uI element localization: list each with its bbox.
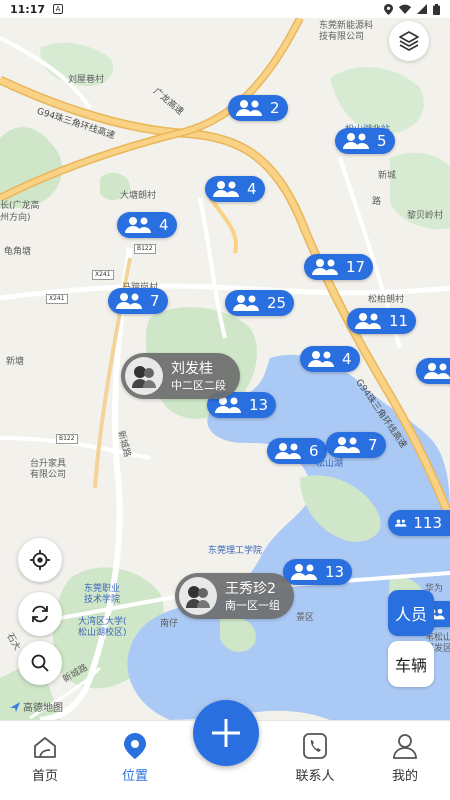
person-cluster-marker[interactable]: 11 xyxy=(347,308,417,334)
map-label: 松山湖校区) xyxy=(78,628,127,638)
person-cluster-marker[interactable]: 4 xyxy=(205,176,265,202)
road-shield: B122 xyxy=(134,244,156,254)
home-icon xyxy=(34,737,56,758)
nav-label: 首页 xyxy=(31,769,58,784)
map-label: 长(广龙高 xyxy=(0,201,40,211)
people-filter-toggle[interactable]: 人员 xyxy=(388,590,434,636)
locate-icon xyxy=(30,550,50,570)
nav-label: 我的 xyxy=(391,769,418,784)
road-shield: X241 xyxy=(46,294,68,304)
people-group-icon xyxy=(116,293,142,309)
person-cluster-marker[interactable] xyxy=(416,358,450,384)
person-cluster-marker[interactable]: 7 xyxy=(326,432,386,458)
person-cluster-marker[interactable]: 2 xyxy=(228,95,288,121)
person-cluster-marker[interactable]: 6 xyxy=(267,438,327,464)
people-group-icon xyxy=(312,259,338,275)
map-label: 刘屋巷村 xyxy=(68,75,105,85)
user-icon xyxy=(393,734,417,759)
people-group-icon xyxy=(355,313,381,329)
refresh-button[interactable] xyxy=(18,592,62,636)
map-label: 景区 xyxy=(296,613,315,623)
avatar xyxy=(179,577,217,615)
person-marker[interactable]: 刘发桂 中二区二段 xyxy=(121,353,240,399)
layers-icon xyxy=(399,31,419,51)
battery-icon xyxy=(433,3,440,15)
people-group-icon xyxy=(275,443,301,459)
map-label: 有限公司 xyxy=(30,470,67,480)
screen: 11:17 A 东莞新能源科 技有限公司 刘屋巷村 广龙高速 G94珠三角环线高… xyxy=(0,0,450,800)
locate-button[interactable] xyxy=(18,538,62,582)
status-time: 11:17 xyxy=(10,2,46,16)
person-cluster-marker[interactable]: 113 xyxy=(388,510,450,536)
nav-contacts[interactable]: 联系人 xyxy=(270,721,360,800)
person-cluster-marker[interactable]: 7 xyxy=(108,288,168,314)
nav-location[interactable]: 位置 xyxy=(90,721,180,800)
map-label: 龟角塘 xyxy=(4,247,32,257)
people-group-icon xyxy=(233,295,259,311)
map-label: 松柏朗村 xyxy=(368,295,405,305)
map-label: 州方向) xyxy=(0,213,31,223)
people-group-icon xyxy=(334,437,360,453)
vehicle-filter-toggle[interactable]: 车辆 xyxy=(388,641,434,687)
person-avatar-icon xyxy=(186,586,210,608)
map-view[interactable]: 东莞新能源科 技有限公司 刘屋巷村 广龙高速 G94珠三角环线高速 新城 路 松… xyxy=(0,18,450,720)
phone-icon xyxy=(303,733,327,759)
person-group: 南一区一组 xyxy=(225,598,280,612)
nav-home[interactable]: 首页 xyxy=(0,721,90,800)
map-label: 新城 xyxy=(378,171,397,181)
plus-icon xyxy=(212,719,240,747)
map-label: 路 xyxy=(372,197,382,207)
map-attribution: 高德地图 xyxy=(10,699,63,714)
location-status-icon xyxy=(384,3,393,15)
notification-icon: A xyxy=(53,4,64,14)
amap-logo-icon xyxy=(10,701,20,712)
status-bar: 11:17 A xyxy=(0,0,450,18)
person-cluster-marker[interactable]: 17 xyxy=(304,254,374,280)
person-cluster-marker[interactable]: 4 xyxy=(300,346,360,372)
road-shield: B122 xyxy=(56,434,78,444)
people-group-icon xyxy=(394,519,407,527)
person-group: 中二区二段 xyxy=(171,378,226,392)
map-label: 东莞理工学院 xyxy=(208,546,263,556)
people-group-icon xyxy=(236,100,262,116)
person-cluster-marker[interactable]: 25 xyxy=(225,290,295,316)
people-group-icon xyxy=(213,181,239,197)
status-icons xyxy=(384,3,440,15)
search-icon xyxy=(31,654,49,672)
map-label: 技有限公司 xyxy=(319,32,365,42)
map-label: 黎贝岭村 xyxy=(407,211,444,221)
search-button[interactable] xyxy=(18,641,62,685)
person-marker[interactable]: 王秀珍2 南一区一组 xyxy=(175,573,294,619)
nav-profile[interactable]: 我的 xyxy=(360,721,450,800)
person-cluster-marker[interactable]: 4 xyxy=(117,212,177,238)
people-group-icon xyxy=(291,564,317,580)
nav-label: 位置 xyxy=(121,769,148,784)
person-name: 刘发桂 xyxy=(171,360,213,377)
layers-button[interactable] xyxy=(389,21,429,61)
map-label: 新塘 xyxy=(6,357,25,367)
map-label: 大塘朗村 xyxy=(120,191,157,201)
add-button[interactable] xyxy=(193,700,259,766)
wifi-icon xyxy=(399,4,411,14)
map-label: 技术学院 xyxy=(84,595,121,605)
person-cluster-marker[interactable]: 5 xyxy=(335,128,395,154)
map-label: 南仔 xyxy=(160,619,179,629)
location-pin-icon xyxy=(124,733,146,759)
nav-label: 联系人 xyxy=(295,769,335,784)
refresh-icon xyxy=(32,605,48,623)
people-group-icon xyxy=(308,351,334,367)
person-name: 王秀珍2 xyxy=(225,580,276,597)
people-group-icon xyxy=(343,133,369,149)
people-group-icon xyxy=(424,363,450,379)
road-shield: X241 xyxy=(92,270,114,280)
signal-icon xyxy=(417,4,427,14)
avatar xyxy=(125,357,163,395)
person-avatar-icon xyxy=(132,366,156,388)
person-cluster-marker[interactable]: 13 xyxy=(283,559,353,585)
people-group-icon xyxy=(125,217,151,233)
